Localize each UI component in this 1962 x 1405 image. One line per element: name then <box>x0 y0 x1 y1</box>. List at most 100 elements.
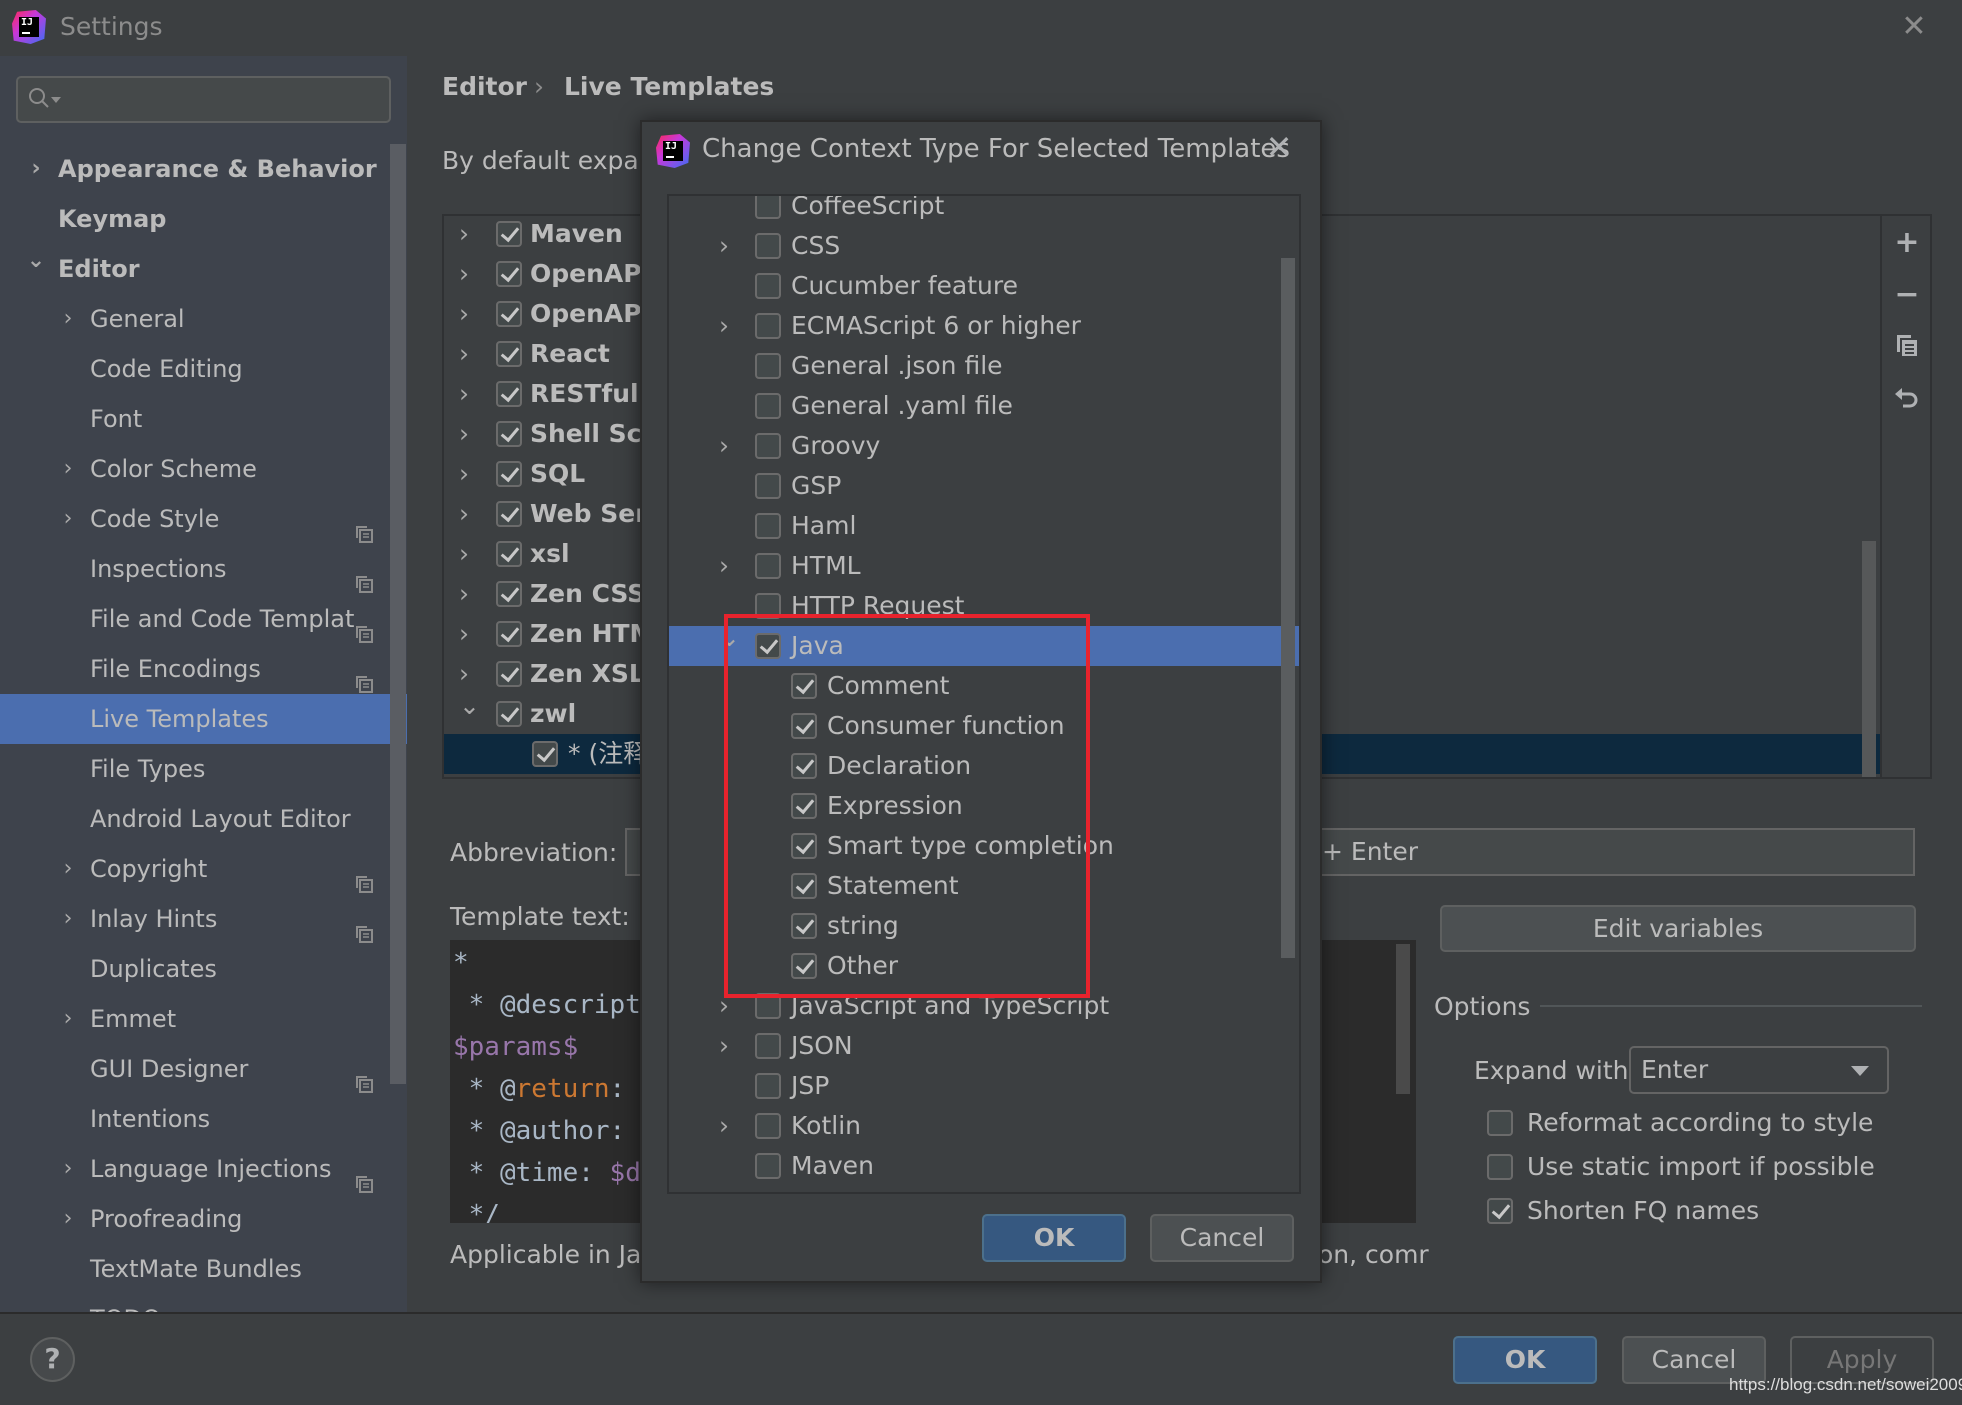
sidebar-item[interactable]: › General <box>0 294 407 344</box>
sidebar-item[interactable]: › Proofreading <box>0 1194 407 1244</box>
sidebar-item[interactable]: Duplicates <box>0 944 407 994</box>
chevron-right-icon[interactable]: › <box>719 1026 739 1066</box>
context-checkbox[interactable] <box>755 1153 781 1179</box>
sidebar-item[interactable]: Android Layout Editor <box>0 794 407 844</box>
context-tree-item[interactable]: › CSS <box>669 226 1299 266</box>
ok-button[interactable]: OK <box>1453 1336 1597 1384</box>
sidebar-item[interactable]: File Encodings <box>0 644 407 694</box>
template-tree-scrollbar[interactable] <box>1862 541 1876 777</box>
template-group-checkbox[interactable] <box>496 341 522 367</box>
sidebar-item[interactable]: Font <box>0 394 407 444</box>
context-checkbox[interactable] <box>755 1033 781 1059</box>
context-checkbox[interactable] <box>755 433 781 459</box>
sidebar-item[interactable]: › Emmet <box>0 994 407 1044</box>
context-tree-item[interactable]: CoffeeScript <box>669 196 1299 226</box>
template-group-checkbox[interactable] <box>496 501 522 527</box>
template-group-checkbox[interactable] <box>496 541 522 567</box>
context-checkbox[interactable] <box>755 393 781 419</box>
sidebar-item[interactable]: Inspections <box>0 544 407 594</box>
option-checkbox[interactable] <box>1487 1110 1513 1136</box>
revert-icon[interactable] <box>1894 384 1920 410</box>
context-tree-item[interactable]: Maven <box>669 1146 1299 1186</box>
sidebar-item[interactable]: File Types <box>0 744 407 794</box>
context-checkbox[interactable] <box>755 1113 781 1139</box>
chevron-right-icon[interactable]: › <box>459 414 479 454</box>
chevron-right-icon[interactable]: › <box>58 894 78 944</box>
context-tree-item[interactable]: General .json file <box>669 346 1299 386</box>
close-icon[interactable]: ✕ <box>1898 12 1930 44</box>
template-group-checkbox[interactable] <box>496 661 522 687</box>
dialog-ok-button[interactable]: OK <box>982 1214 1126 1262</box>
context-checkbox[interactable] <box>755 233 781 259</box>
template-group-checkbox[interactable] <box>496 461 522 487</box>
sidebar-item[interactable]: › Inlay Hints <box>0 894 407 944</box>
context-checkbox[interactable] <box>755 513 781 539</box>
chevron-right-icon[interactable]: › <box>58 444 78 494</box>
chevron-right-icon[interactable]: › <box>719 426 739 466</box>
context-checkbox[interactable] <box>755 353 781 379</box>
template-group-checkbox[interactable] <box>496 301 522 327</box>
option-checkbox[interactable] <box>1487 1198 1513 1224</box>
template-group-checkbox[interactable] <box>496 421 522 447</box>
chevron-right-icon[interactable]: › <box>58 1144 78 1194</box>
add-icon[interactable]: + <box>1894 228 1920 258</box>
help-button[interactable]: ? <box>30 1337 75 1382</box>
sidebar-item[interactable]: › Code Style <box>0 494 407 544</box>
chevron-right-icon[interactable]: › <box>459 334 479 374</box>
context-checkbox[interactable] <box>755 553 781 579</box>
search-options-chevron-icon[interactable] <box>51 97 61 103</box>
chevron-right-icon[interactable]: › <box>58 844 78 894</box>
chevron-right-icon[interactable]: › <box>459 374 479 414</box>
template-group-checkbox[interactable] <box>496 621 522 647</box>
sidebar-item[interactable]: › Copyright <box>0 844 407 894</box>
chevron-right-icon[interactable]: › <box>58 294 78 344</box>
context-tree-item[interactable]: › Kotlin <box>669 1106 1299 1146</box>
context-checkbox[interactable] <box>755 196 781 219</box>
sidebar-item[interactable]: TextMate Bundles <box>0 1244 407 1294</box>
option-checkbox[interactable] <box>1487 1154 1513 1180</box>
context-tree-item[interactable]: › HTML <box>669 546 1299 586</box>
context-checkbox[interactable] <box>755 473 781 499</box>
context-tree-item[interactable]: Haml <box>669 506 1299 546</box>
chevron-right-icon[interactable]: › <box>58 494 78 544</box>
remove-icon[interactable]: − <box>1894 280 1920 310</box>
sidebar-scrollbar[interactable] <box>390 144 406 1084</box>
context-tree-item[interactable]: JSP <box>669 1066 1299 1106</box>
copy-icon[interactable] <box>1894 332 1920 358</box>
chevron-right-icon[interactable]: › <box>459 294 479 334</box>
chevron-down-icon[interactable]: ⌄ <box>26 236 46 286</box>
sidebar-item[interactable]: Live Templates <box>0 694 407 744</box>
chevron-right-icon[interactable]: › <box>459 534 479 574</box>
settings-search-input[interactable] <box>16 76 391 123</box>
context-tree-scrollbar[interactable] <box>1281 258 1295 958</box>
edit-variables-button[interactable]: Edit variables <box>1440 905 1916 952</box>
sidebar-item[interactable]: › Color Scheme <box>0 444 407 494</box>
template-group-checkbox[interactable] <box>496 581 522 607</box>
context-checkbox[interactable] <box>755 273 781 299</box>
expand-with-select[interactable]: Enter <box>1629 1046 1889 1094</box>
context-tree-item[interactable]: Cucumber feature <box>669 266 1299 306</box>
chevron-right-icon[interactable]: › <box>459 574 479 614</box>
chevron-right-icon[interactable]: › <box>459 454 479 494</box>
context-tree-item[interactable]: GSP <box>669 466 1299 506</box>
applicable-contexts-text[interactable]: Applicable in Jav on, comr <box>450 1240 1429 1269</box>
sidebar-item[interactable]: ⌄ Editor <box>0 244 407 294</box>
chevron-right-icon[interactable]: › <box>719 306 739 346</box>
context-checkbox[interactable] <box>755 313 781 339</box>
chevron-right-icon[interactable]: › <box>26 144 46 194</box>
context-tree-item[interactable]: › JSON <box>669 1026 1299 1066</box>
sidebar-item[interactable]: File and Code Templat <box>0 594 407 644</box>
context-checkbox[interactable] <box>755 1073 781 1099</box>
chevron-right-icon[interactable]: › <box>719 546 739 586</box>
chevron-right-icon[interactable]: › <box>719 226 739 266</box>
chevron-right-icon[interactable]: › <box>719 1106 739 1146</box>
chevron-right-icon[interactable]: › <box>459 614 479 654</box>
dialog-cancel-button[interactable]: Cancel <box>1150 1214 1294 1262</box>
template-group-checkbox[interactable] <box>496 261 522 287</box>
sidebar-item[interactable]: Intentions <box>0 1094 407 1144</box>
template-group-checkbox[interactable] <box>496 701 522 727</box>
chevron-right-icon[interactable]: › <box>459 216 479 254</box>
context-tree-item[interactable]: › Groovy <box>669 426 1299 466</box>
editor-scrollbar[interactable] <box>1396 944 1410 1094</box>
sidebar-item[interactable]: GUI Designer <box>0 1044 407 1094</box>
